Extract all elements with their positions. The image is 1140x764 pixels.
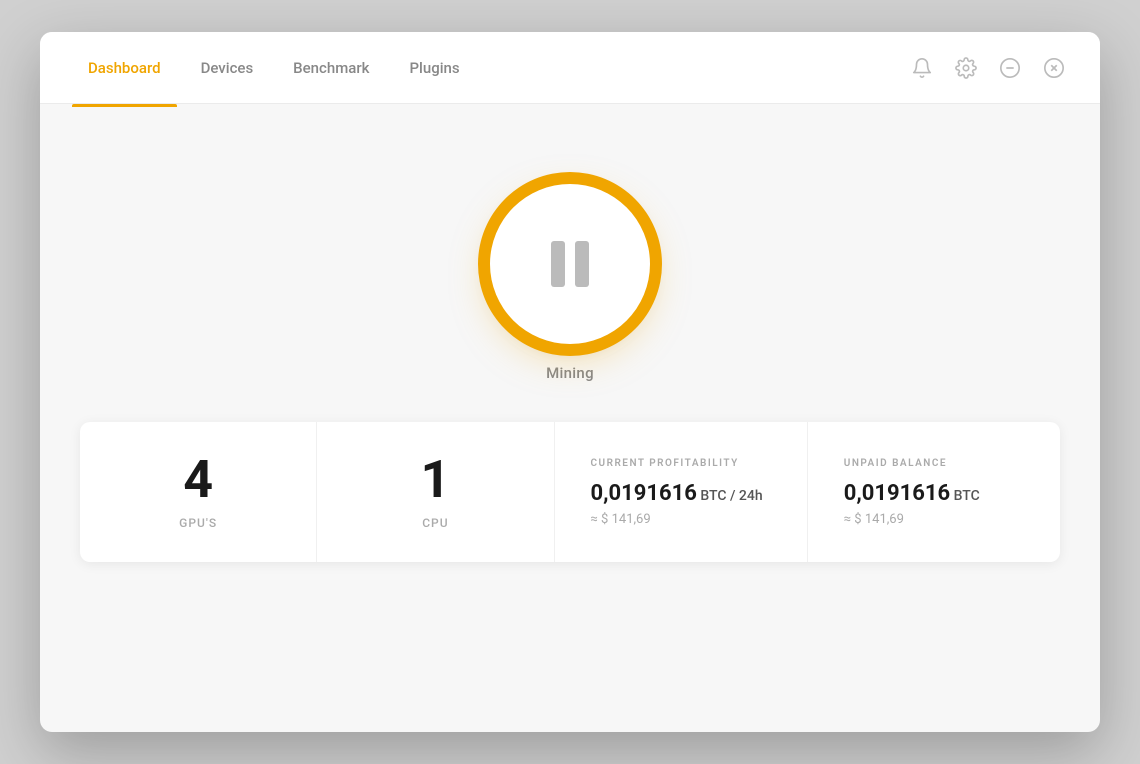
pause-mining-button[interactable] xyxy=(490,184,650,344)
cpu-stat-card: 1 CPU xyxy=(317,422,554,562)
profitability-btc: 0,0191616 BTC / 24h xyxy=(591,481,763,506)
pause-icon xyxy=(551,241,589,287)
tab-devices[interactable]: Devices xyxy=(185,51,270,85)
gpu-label: GPU'S xyxy=(179,516,217,530)
header: Dashboard Devices Benchmark Plugins xyxy=(40,32,1100,104)
balance-title: UNPAID BALANCE xyxy=(844,458,947,469)
profitability-card: CURRENT PROFITABILITY 0,0191616 BTC / 24… xyxy=(555,422,808,562)
main-content: Mining 4 GPU'S 1 CPU CURRENT PROFITABILI… xyxy=(40,104,1100,732)
gpu-count: 4 xyxy=(183,454,213,506)
balance-card: UNPAID BALANCE 0,0191616 BTC ≈ $ 141,69 xyxy=(808,422,1060,562)
tab-benchmark[interactable]: Benchmark xyxy=(277,51,385,85)
close-icon[interactable] xyxy=(1040,54,1068,82)
bell-icon[interactable] xyxy=(908,54,936,82)
pause-bar-left xyxy=(551,241,565,287)
gpu-stat-card: 4 GPU'S xyxy=(80,422,317,562)
cpu-count: 1 xyxy=(420,454,450,506)
mining-area: Mining xyxy=(490,184,650,382)
balance-usd: ≈ $ 141,69 xyxy=(844,512,904,527)
tab-dashboard[interactable]: Dashboard xyxy=(72,51,177,85)
minimize-icon[interactable] xyxy=(996,54,1024,82)
app-window: Dashboard Devices Benchmark Plugins xyxy=(40,32,1100,732)
mining-status-label: Mining xyxy=(546,364,594,382)
nav-tabs: Dashboard Devices Benchmark Plugins xyxy=(72,51,476,85)
tab-plugins[interactable]: Plugins xyxy=(393,51,475,85)
balance-btc: 0,0191616 BTC xyxy=(844,481,980,506)
header-icons xyxy=(908,54,1068,82)
cpu-label: CPU xyxy=(422,516,448,530)
pause-bar-right xyxy=(575,241,589,287)
stats-row: 4 GPU'S 1 CPU CURRENT PROFITABILITY 0,01… xyxy=(80,422,1060,562)
profitability-usd: ≈ $ 141,69 xyxy=(591,512,651,527)
profitability-title: CURRENT PROFITABILITY xyxy=(591,458,739,469)
gear-icon[interactable] xyxy=(952,54,980,82)
